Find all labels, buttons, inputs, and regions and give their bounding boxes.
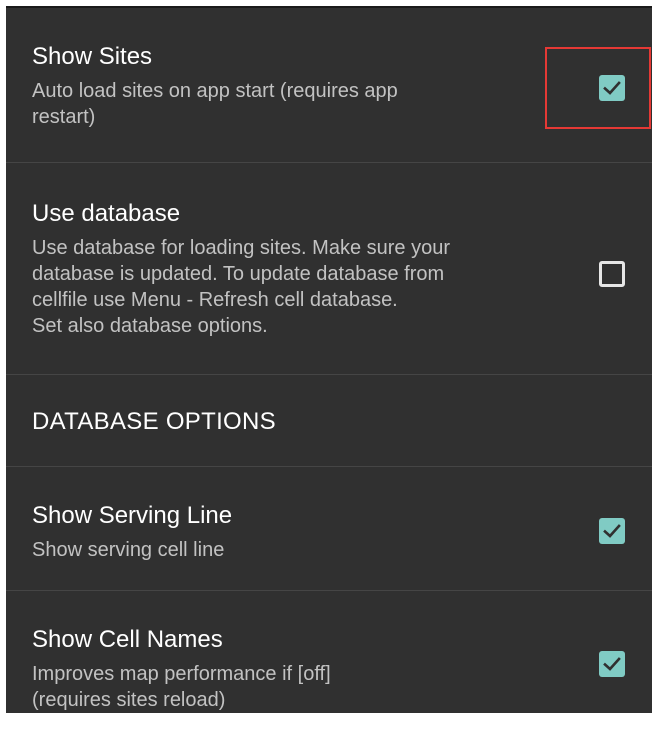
pref-summary: Auto load sites on app start (requires a…	[32, 78, 552, 130]
show-cell-names-checkbox[interactable]	[599, 651, 625, 677]
pref-summary-line: cellfile use Menu - Refresh cell databas…	[32, 289, 398, 311]
checkmark-icon	[603, 657, 621, 671]
use-database-checkbox[interactable]	[599, 261, 625, 287]
checkmark-icon	[603, 524, 621, 538]
pref-title: Use database	[32, 200, 181, 227]
pref-summary-line: Use database for loading sites. Make sur…	[32, 237, 450, 259]
pref-summary-line: (requires sites reload)	[32, 689, 226, 711]
pref-show-cell-names[interactable]: Show Cell Names Improves map performance…	[6, 591, 652, 715]
pref-summary-line: Show serving cell line	[32, 539, 225, 561]
pref-title: Show Cell Names	[32, 626, 223, 653]
category-database-options: DATABASE OPTIONS	[6, 375, 652, 467]
pref-summary-line: Set also database options.	[32, 315, 268, 337]
pref-summary: Show serving cell line	[32, 537, 552, 563]
pref-title: Show Serving Line	[32, 502, 233, 529]
pref-show-serving-line[interactable]: Show Serving Line Show serving cell line	[6, 467, 652, 591]
pref-title: Show Sites	[32, 43, 153, 70]
pref-summary-line: Improves map performance if [off]	[32, 663, 331, 685]
pref-summary: Use database for loading sites. Make sur…	[32, 235, 552, 339]
pref-use-database[interactable]: Use database Use database for loading si…	[6, 163, 652, 375]
pref-summary: Improves map performance if [off] (requi…	[32, 661, 552, 713]
pref-summary-line: Auto load sites on app start (requires a…	[32, 80, 398, 102]
highlight-box	[545, 47, 651, 129]
pref-summary-line: restart)	[32, 106, 96, 128]
settings-screen: Show Sites Auto load sites on app start …	[6, 6, 652, 713]
pref-summary-line: database is updated. To update database …	[32, 263, 445, 285]
show-serving-line-checkbox[interactable]	[599, 518, 625, 544]
category-title: DATABASE OPTIONS	[32, 408, 276, 435]
